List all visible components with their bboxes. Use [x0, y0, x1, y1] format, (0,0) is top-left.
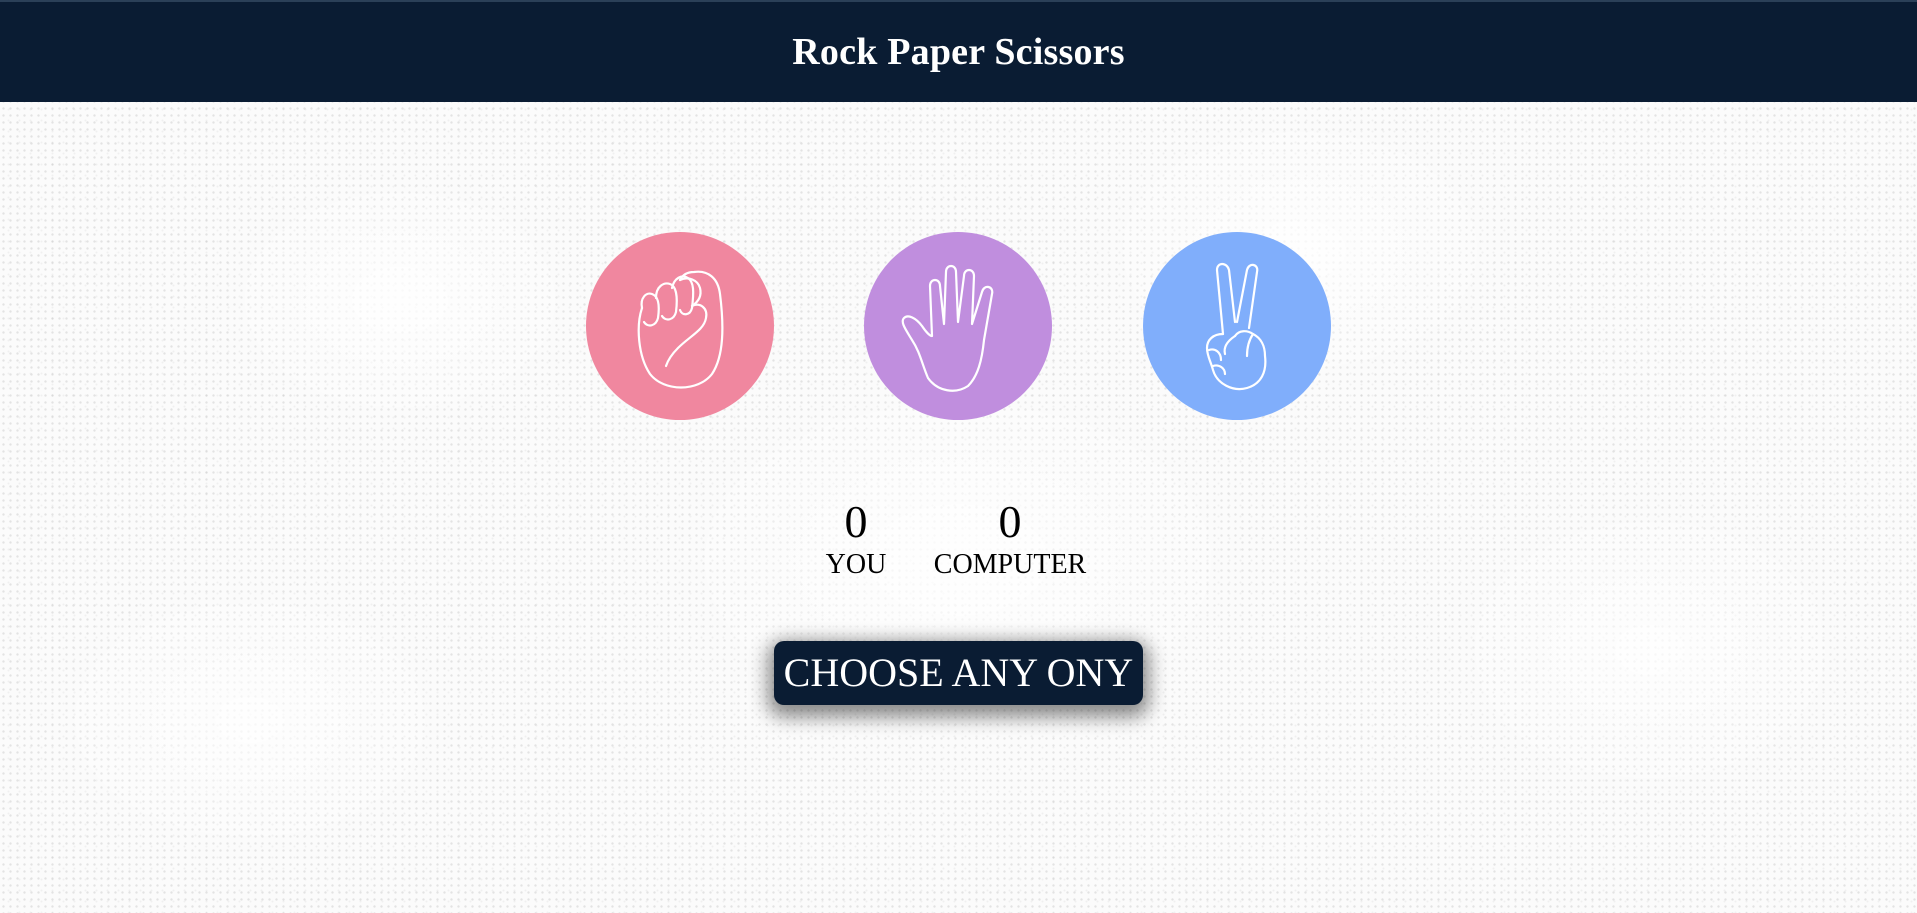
computer-score-value: 0 [998, 496, 1022, 547]
open-hand-icon [901, 264, 994, 392]
scissors-choice-button[interactable] [1143, 232, 1331, 420]
background-pattern [0, 0, 1917, 913]
rock-choice-button[interactable] [586, 232, 774, 420]
page-title: Rock Paper Scissors [792, 31, 1125, 73]
choice-row [0, 232, 1917, 420]
computer-score: 0 COMPUTER [920, 496, 1100, 582]
app-header: Rock Paper Scissors [0, 0, 1917, 102]
scoreboard: 0 YOU 0 COMPUTER [0, 496, 1917, 586]
computer-score-label: COMPUTER [933, 549, 1087, 580]
message-container: CHOOSE ANY ONY [0, 641, 1917, 705]
user-score-value: 0 [844, 496, 868, 547]
peace-hand-icon [1205, 262, 1267, 391]
paper-choice-button[interactable] [864, 232, 1052, 420]
status-message: CHOOSE ANY ONY [773, 641, 1144, 705]
user-score-label: YOU [825, 549, 887, 580]
fist-icon [637, 270, 724, 389]
user-score: 0 YOU [806, 496, 906, 582]
